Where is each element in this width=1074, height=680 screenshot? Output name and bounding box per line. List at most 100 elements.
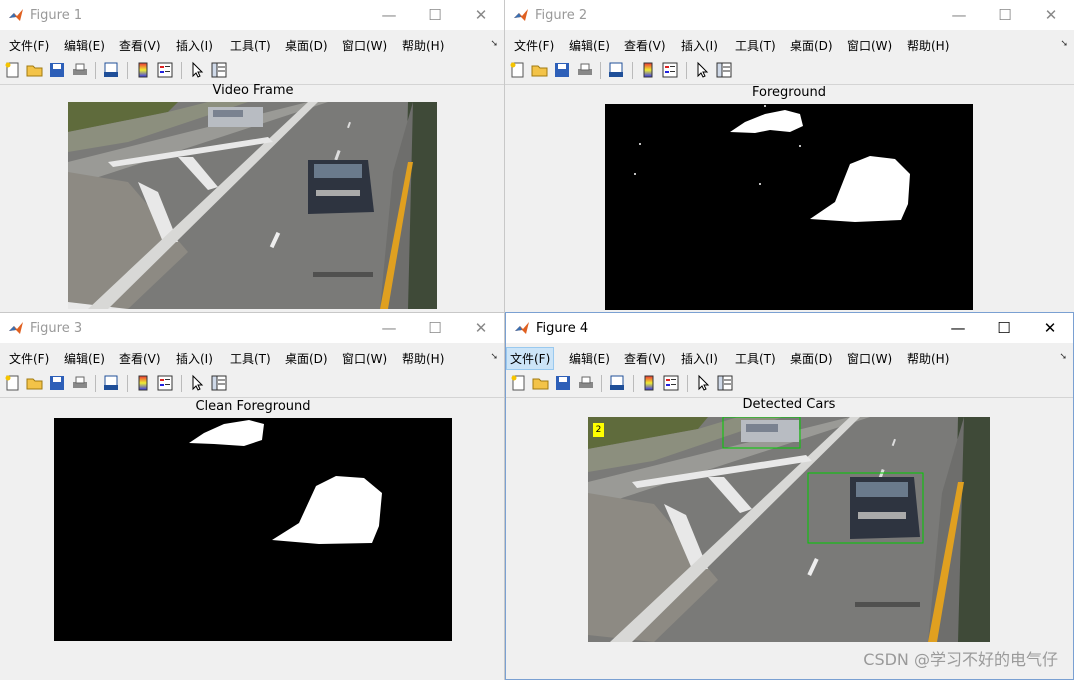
print-preview-icon[interactable] (608, 374, 626, 392)
edit-plot-arrow-icon[interactable] (694, 374, 712, 392)
menu-insert[interactable]: 插入(I) (174, 349, 215, 368)
close-button[interactable]: ✕ (458, 313, 504, 343)
legend-icon[interactable] (661, 61, 679, 79)
menu-overflow-icon[interactable]: ➘ (1060, 39, 1068, 49)
toolbar-separator (181, 62, 182, 79)
print-preview-icon[interactable] (607, 61, 625, 79)
minimize-button[interactable]: — (366, 0, 412, 30)
new-figure-icon[interactable] (510, 374, 528, 392)
menu-desktop[interactable]: 桌面(D) (283, 36, 330, 55)
menu-insert[interactable]: 插入(I) (174, 36, 215, 55)
title-bar[interactable]: Figure 3 — ☐ ✕ (0, 313, 504, 343)
toolbar-separator (181, 375, 182, 392)
print-icon[interactable] (71, 61, 89, 79)
title-bar[interactable]: Figure 2 — ☐ ✕ (505, 0, 1074, 30)
menu-view[interactable]: 查看(V) (117, 349, 163, 368)
legend-icon[interactable] (156, 374, 174, 392)
menu-insert[interactable]: 插入(I) (679, 36, 720, 55)
menu-window[interactable]: 窗口(W) (340, 349, 389, 368)
menu-help[interactable]: 帮助(H) (400, 349, 446, 368)
menu-file[interactable]: 文件(F) (506, 347, 555, 370)
close-button[interactable]: ✕ (1027, 313, 1073, 343)
new-figure-icon[interactable] (4, 61, 22, 79)
road-scene (68, 102, 437, 309)
menu-overflow-icon[interactable]: ➘ (490, 352, 498, 362)
edit-plot-arrow-icon[interactable] (188, 374, 206, 392)
close-button[interactable]: ✕ (458, 0, 504, 30)
close-button[interactable]: ✕ (1028, 0, 1074, 30)
menu-edit[interactable]: 编辑(E) (567, 36, 612, 55)
colorbar-icon[interactable] (134, 374, 152, 392)
colorbar-icon[interactable] (134, 61, 152, 79)
menu-view[interactable]: 查看(V) (622, 36, 668, 55)
colorbar-icon[interactable] (639, 61, 657, 79)
menu-window[interactable]: 窗口(W) (845, 349, 894, 368)
save-icon[interactable] (48, 374, 66, 392)
menu-tools[interactable]: 工具(T) (228, 349, 273, 368)
menu-desktop[interactable]: 桌面(D) (788, 36, 835, 55)
menu-file[interactable]: 文件(F) (7, 36, 51, 55)
save-icon[interactable] (48, 61, 66, 79)
maximize-button[interactable]: ☐ (412, 313, 458, 343)
menu-overflow-icon[interactable]: ➘ (490, 39, 498, 49)
new-figure-icon[interactable] (4, 374, 22, 392)
clean-foreground-image (54, 418, 452, 641)
menu-view[interactable]: 查看(V) (622, 349, 668, 368)
menu-edit[interactable]: 编辑(E) (567, 349, 612, 368)
maximize-button[interactable]: ☐ (982, 0, 1028, 30)
menu-help[interactable]: 帮助(H) (905, 349, 951, 368)
clean-foreground-blobs (189, 420, 382, 544)
maximize-button[interactable]: ☐ (412, 0, 458, 30)
menu-desktop[interactable]: 桌面(D) (283, 349, 330, 368)
axes-title: Clean Foreground (195, 399, 311, 414)
open-file-icon[interactable] (531, 61, 549, 79)
minimize-button[interactable]: — (936, 0, 982, 30)
legend-icon[interactable] (156, 61, 174, 79)
toolbar-separator (600, 62, 601, 79)
property-inspector-icon[interactable] (716, 374, 734, 392)
edit-plot-arrow-icon[interactable] (693, 61, 711, 79)
title-bar[interactable]: Figure 1 — ☐ ✕ (0, 0, 504, 30)
print-preview-icon[interactable] (102, 61, 120, 79)
property-inspector-icon[interactable] (210, 374, 228, 392)
legend-icon[interactable] (662, 374, 680, 392)
menu-tools[interactable]: 工具(T) (733, 349, 778, 368)
menu-edit[interactable]: 编辑(E) (62, 36, 107, 55)
print-preview-icon[interactable] (102, 374, 120, 392)
open-file-icon[interactable] (26, 61, 44, 79)
menu-tools[interactable]: 工具(T) (228, 36, 273, 55)
foreground-mask-image (605, 104, 973, 310)
property-inspector-icon[interactable] (210, 61, 228, 79)
menu-edit[interactable]: 编辑(E) (62, 349, 107, 368)
edit-plot-arrow-icon[interactable] (188, 61, 206, 79)
menu-desktop[interactable]: 桌面(D) (788, 349, 835, 368)
new-figure-icon[interactable] (509, 61, 527, 79)
figure-4-window: Figure 4 — ☐ ✕ 文件(F) 编辑(E) 查看(V) 插入(I) 工… (505, 312, 1074, 680)
menu-insert[interactable]: 插入(I) (679, 349, 720, 368)
print-icon[interactable] (576, 61, 594, 79)
menu-window[interactable]: 窗口(W) (845, 36, 894, 55)
menu-tools[interactable]: 工具(T) (733, 36, 778, 55)
save-icon[interactable] (554, 374, 572, 392)
print-icon[interactable] (577, 374, 595, 392)
title-bar[interactable]: Figure 4 — ☐ ✕ (506, 313, 1073, 343)
print-icon[interactable] (71, 374, 89, 392)
menu-file[interactable]: 文件(F) (512, 36, 556, 55)
menu-window[interactable]: 窗口(W) (340, 36, 389, 55)
save-icon[interactable] (553, 61, 571, 79)
property-inspector-icon[interactable] (715, 61, 733, 79)
menu-overflow-icon[interactable]: ➘ (1059, 352, 1067, 362)
menu-help[interactable]: 帮助(H) (905, 36, 951, 55)
minimize-button[interactable]: — (935, 313, 981, 343)
minimize-button[interactable]: — (366, 313, 412, 343)
colorbar-icon[interactable] (640, 374, 658, 392)
open-file-icon[interactable] (532, 374, 550, 392)
menu-file[interactable]: 文件(F) (7, 349, 51, 368)
menu-help[interactable]: 帮助(H) (400, 36, 446, 55)
menu-bar: 文件(F) 编辑(E) 查看(V) 插入(I) 工具(T) 桌面(D) 窗口(W… (505, 31, 1074, 56)
maximize-button[interactable]: ☐ (981, 313, 1027, 343)
menu-view[interactable]: 查看(V) (117, 36, 163, 55)
toolbar-separator (633, 375, 634, 392)
open-file-icon[interactable] (26, 374, 44, 392)
toolbar-separator (687, 375, 688, 392)
